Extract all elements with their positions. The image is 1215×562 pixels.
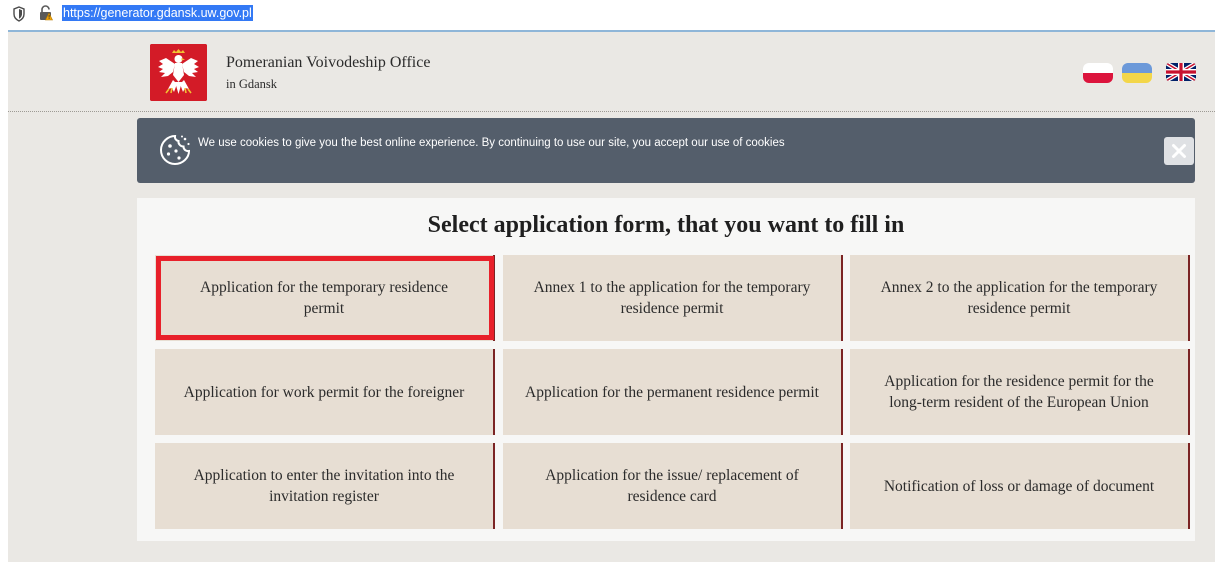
form-card-loss-notification[interactable]: Notification of loss or damage of docume…	[850, 443, 1190, 529]
form-card-annex-1[interactable]: Annex 1 to the application for the tempo…	[503, 255, 843, 341]
form-card-label: Application for the permanent residence …	[525, 383, 819, 401]
browser-address-bar: https://generator.gdansk.uw.gov.pl	[0, 0, 1215, 30]
form-card-residence-card[interactable]: Application for the issue/ replacement o…	[503, 443, 843, 529]
office-subtitle: in Gdansk	[226, 77, 278, 91]
form-card-label: Annex 2 to the application for the tempo…	[880, 279, 1158, 317]
form-card-label: Notification of loss or damage of docume…	[883, 477, 1155, 495]
eagle-icon	[150, 44, 207, 101]
cookie-message: We use cookies to give you the best onli…	[198, 137, 785, 149]
page-title: Select application form, that you want t…	[427, 212, 905, 238]
pl-flag-icon[interactable]	[1083, 63, 1113, 83]
office-title: Pomeranian Voivodeship Office	[226, 54, 431, 71]
site-header: Pomeranian Voivodeship Office in Gdansk	[8, 32, 1215, 112]
url-field[interactable]: https://generator.gdansk.uw.gov.pl	[62, 5, 253, 21]
cookie-icon	[159, 134, 191, 166]
form-card-long-term-eu-resident[interactable]: Application for the residence permit for…	[850, 349, 1190, 435]
shield-icon[interactable]	[13, 6, 25, 22]
form-card-label: Application to enter the invitation into…	[193, 467, 455, 505]
form-card-annex-2[interactable]: Annex 2 to the application for the tempo…	[850, 255, 1190, 341]
page: Pomeranian Voivodeship Office in Gdansk	[8, 30, 1215, 562]
form-card-label: Annex 1 to the application for the tempo…	[533, 279, 811, 317]
form-card-label: Application for the temporary residence …	[200, 279, 448, 317]
insecure-lock-icon[interactable]	[39, 5, 53, 21]
form-card-permanent-residence[interactable]: Application for the permanent residence …	[503, 349, 843, 435]
form-card-label: Application for the issue/ replacement o…	[545, 467, 799, 505]
cookie-banner: We use cookies to give you the best onli…	[137, 118, 1195, 183]
form-card-label: Application for work permit for the fore…	[183, 383, 465, 401]
form-card-temporary-residence[interactable]: Application for the temporary residence …	[155, 255, 495, 341]
uk-flag-icon[interactable]	[1166, 63, 1196, 81]
form-selection-panel: Select application form, that you want t…	[137, 198, 1195, 541]
cookie-close-button[interactable]	[1164, 137, 1194, 165]
form-card-invitation-register[interactable]: Application to enter the invitation into…	[155, 443, 495, 529]
form-card-work-permit[interactable]: Application for work permit for the fore…	[155, 349, 495, 435]
ua-flag-icon[interactable]	[1122, 63, 1152, 83]
form-card-label: Application for the residence permit for…	[884, 373, 1154, 411]
polish-eagle-emblem-icon[interactable]	[150, 44, 207, 101]
close-icon	[1172, 144, 1186, 158]
